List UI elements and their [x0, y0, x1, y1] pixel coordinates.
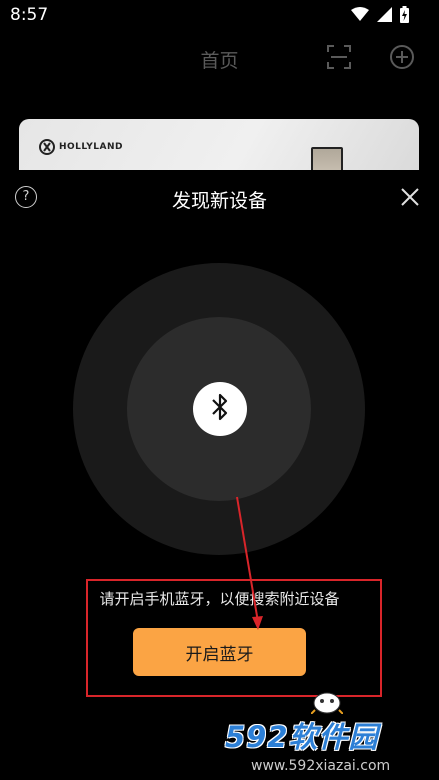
watermark-url: www.592xiazai.com — [251, 758, 391, 774]
battery-charging-icon — [400, 6, 409, 27]
site-watermark: 592软件园 www.592xiazai.com — [215, 692, 439, 780]
background-page-title: 首页 — [200, 50, 239, 72]
scan-icon[interactable] — [326, 44, 352, 74]
bluetooth-hint-text: 请开启手机蓝牙，以便搜索附近设备 — [99, 590, 340, 608]
cellular-signal-icon — [377, 7, 392, 26]
wifi-icon — [351, 7, 369, 26]
bluetooth-badge — [193, 382, 247, 436]
status-time: 8:57 — [10, 5, 49, 25]
bluetooth-icon — [209, 392, 231, 426]
close-icon[interactable] — [400, 187, 420, 211]
mascot-icon — [311, 692, 343, 714]
status-bar: 8:57 — [0, 0, 439, 30]
add-circle-icon[interactable] — [389, 44, 415, 74]
discover-device-sheet: ? 发现新设备 请开启手机蓝牙，以便搜索附近设备 开启蓝牙 — [0, 170, 439, 780]
watermark-brand: 592软件园 — [225, 720, 379, 754]
status-icons — [351, 6, 409, 27]
enable-bluetooth-button[interactable]: 开启蓝牙 — [133, 628, 306, 676]
brand-logo-text: HOLLYLAND — [59, 142, 123, 152]
hollyland-logo-icon — [39, 139, 55, 155]
sheet-title: 发现新设备 — [171, 190, 267, 212]
hollyland-logo: HOLLYLAND — [39, 139, 123, 155]
background-header: 首页 — [0, 30, 439, 85]
